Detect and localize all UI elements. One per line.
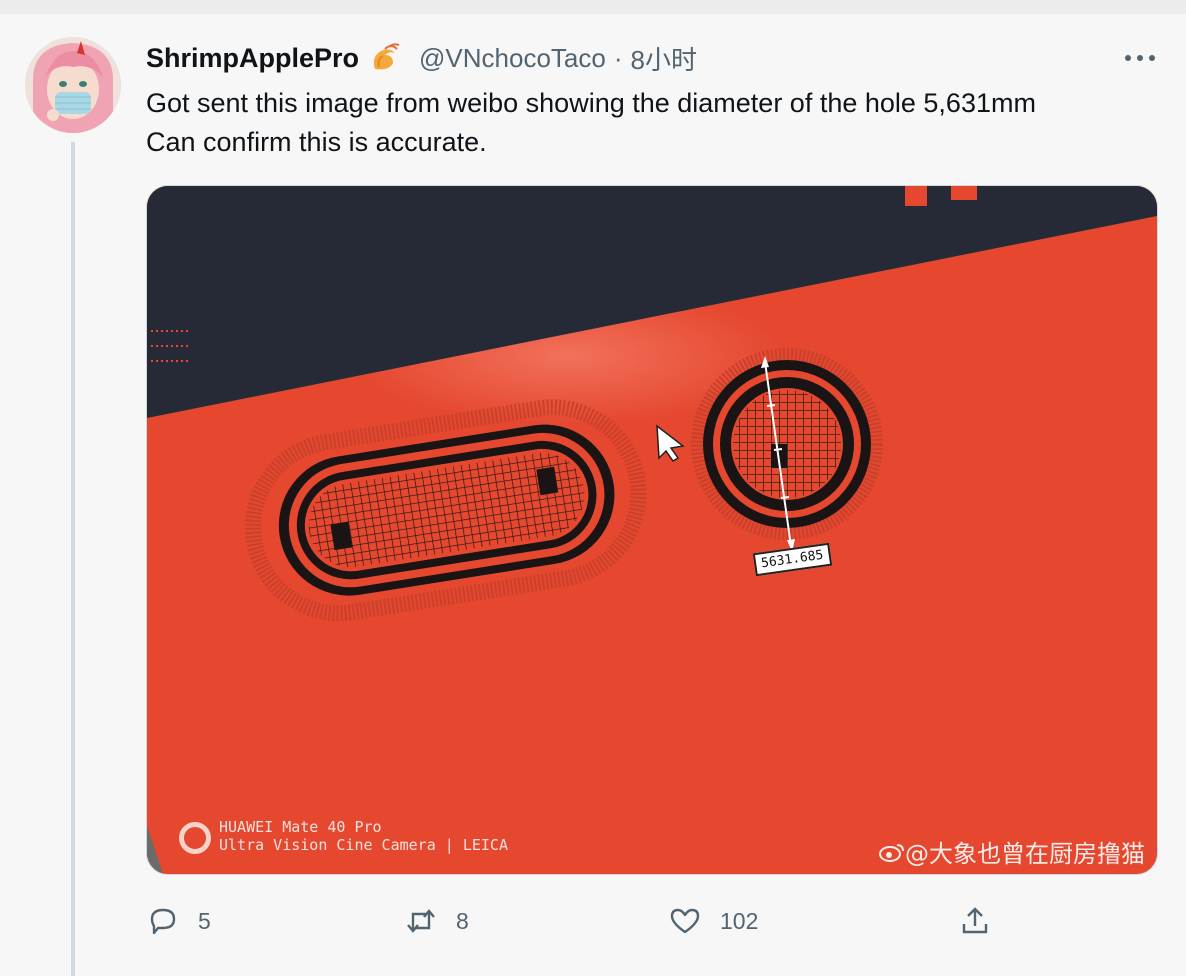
tweet-header: ShrimpApplePro @VNchocoTaco · 8小时 <box>146 38 697 78</box>
top-divider <box>0 0 1186 14</box>
like-count: 102 <box>720 907 759 934</box>
tweet-time[interactable]: 8小时 <box>631 40 697 77</box>
tweet-media-image[interactable]: 5631.685 HUAWEI Mate 40 Pro Ultra Vision… <box>146 185 1158 875</box>
reply-button[interactable]: 5 <box>146 898 211 944</box>
camera-lens: Ultra Vision Cine Camera | LEICA <box>219 836 508 854</box>
avatar-image <box>25 37 121 133</box>
tweet-text-line2: Can confirm this is accurate. <box>146 127 487 157</box>
avatar[interactable] <box>25 37 121 133</box>
camera-watermark: HUAWEI Mate 40 Pro Ultra Vision Cine Cam… <box>219 818 508 854</box>
weibo-handle: @大象也曾在厨房撸猫 <box>905 840 1145 868</box>
retweet-button[interactable]: 8 <box>404 898 469 944</box>
thread-line <box>71 142 75 976</box>
retweet-icon <box>407 909 435 933</box>
tweet-actions: 5 8 102 <box>146 898 1006 944</box>
tweet-text: Got sent this image from weibo showing t… <box>146 84 1036 162</box>
reply-icon <box>150 908 176 935</box>
shrimp-emoji-icon <box>367 41 401 75</box>
camera-cutout-photo <box>147 186 1157 874</box>
share-button[interactable] <box>958 898 992 944</box>
author-handle[interactable]: @VNchocoTaco <box>419 43 606 74</box>
more-options-icon[interactable] <box>1120 46 1160 70</box>
camera-model: HUAWEI Mate 40 Pro <box>219 818 382 836</box>
tweet-text-line1: Got sent this image from weibo showing t… <box>146 88 1036 118</box>
share-icon <box>962 907 988 934</box>
weibo-logo-icon <box>879 843 904 862</box>
heart-icon <box>670 908 700 934</box>
reply-count: 5 <box>198 907 211 934</box>
tweet: ShrimpApplePro @VNchocoTaco · 8小时 Got se… <box>0 0 1186 976</box>
like-button[interactable]: 102 <box>668 898 758 944</box>
retweet-count: 8 <box>456 907 469 934</box>
weibo-watermark: @大象也曾在厨房撸猫 <box>879 834 1145 869</box>
author-name[interactable]: ShrimpApplePro <box>146 43 359 74</box>
separator: · <box>613 42 623 73</box>
camera-ring-icon <box>179 822 211 854</box>
